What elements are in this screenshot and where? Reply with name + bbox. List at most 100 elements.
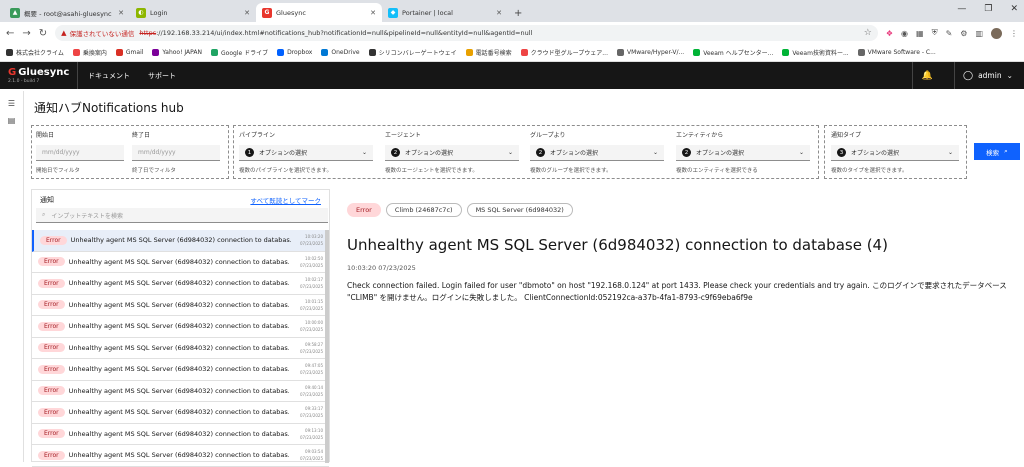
notifications-search-input[interactable]: ⌕ インプットテキストを検索 (36, 208, 328, 223)
extension-1-icon[interactable]: ❖ (886, 29, 893, 38)
document-icon[interactable]: ▤ (0, 116, 23, 125)
menu-kebab-icon[interactable]: ⋮ (1010, 29, 1018, 38)
bookmark-item[interactable]: Google ドライブ (211, 48, 268, 57)
notification-item[interactable]: Error Unhealthy agent MS SQL Server (6d9… (32, 402, 329, 424)
search-icon: ⌕ (1004, 147, 1008, 155)
bookmark-label: OneDrive (331, 49, 360, 56)
reload-icon[interactable]: ↻ (39, 28, 47, 39)
select-placeholder: オプションの選択 (851, 150, 900, 157)
profile-avatar[interactable] (991, 27, 1002, 39)
agent-select[interactable]: 2 オプションの選択 ⌄ (385, 145, 519, 161)
bookmark-item[interactable]: Veeam ヘルプセンター... (693, 48, 773, 57)
bookmarks-bar: 株式会社クライム 乗換案内 Gmail Yahoo! JAPAN Google … (0, 44, 1024, 62)
mark-all-read-link[interactable]: すべて既読としてマーク (250, 195, 321, 205)
sidebar-icon[interactable]: ▥ (975, 29, 983, 38)
forward-icon[interactable]: → (22, 28, 30, 39)
notification-text: Unhealthy agent MS SQL Server (6d984032)… (68, 365, 289, 374)
window-controls: — ❐ ✕ (957, 4, 1018, 14)
bookmark-item[interactable]: VMware/Hyper-V/... (616, 49, 684, 56)
extensions-puzzle-icon[interactable]: ⚙ (960, 29, 967, 38)
selected-count-badge: 1 (245, 148, 254, 157)
group-select[interactable]: 2 オプションの選択 ⌄ (530, 145, 664, 161)
notification-item[interactable]: Error Unhealthy agent MS SQL Server (6d9… (32, 445, 329, 467)
insecure-warning[interactable]: ▲ 保護されていない通信 (61, 28, 134, 38)
selected-count-badge: 3 (837, 148, 846, 157)
bookmark-item[interactable]: 乗換案内 (72, 48, 107, 57)
chevron-down-icon: ⌄ (507, 149, 513, 156)
minimize-icon[interactable]: — (957, 4, 966, 14)
close-tab-icon[interactable]: ✕ (244, 9, 250, 17)
notification-item[interactable]: Error Unhealthy agent MS SQL Server (6d9… (32, 424, 329, 445)
notification-item[interactable]: Error Unhealthy agent MS SQL Server (6d9… (32, 316, 329, 338)
menu-support[interactable]: サポート (148, 71, 176, 81)
entity-select[interactable]: 2 オプションの選択 ⌄ (676, 145, 810, 161)
notifications-header: 通知 (40, 196, 54, 204)
notification-date: 07/23/2025 (299, 370, 323, 375)
browser-tab-proxmox[interactable]: ▲ 概要 - root@asahi-gluesync ✕ (4, 3, 130, 22)
close-tab-icon[interactable]: ✕ (118, 9, 124, 17)
bookmark-favicon-icon (321, 49, 329, 56)
browser-tab-login[interactable]: ◐ Login ✕ (130, 3, 256, 22)
notification-item[interactable]: Error Unhealthy agent MS SQL Server (6d9… (32, 252, 329, 273)
bookmark-label: Gmail (125, 49, 144, 56)
notification-timestamp: 09:40:14 07/23/2025 (300, 384, 323, 398)
notification-item[interactable]: Error Unhealthy agent MS SQL Server (6d9… (32, 338, 329, 359)
pipeline-tag[interactable]: Climb (24687c7c) (385, 203, 462, 217)
gluesync-favicon-icon: G (262, 7, 272, 18)
notification-item[interactable]: Error Unhealthy agent MS SQL Server (6d9… (32, 295, 329, 316)
bookmark-item[interactable]: VMware Software - C... (857, 49, 936, 56)
bookmark-item[interactable]: Veeam技術資料ー... (782, 48, 849, 57)
notification-item[interactable]: Error Unhealthy agent MS SQL Server (6d9… (32, 230, 329, 252)
close-tab-icon[interactable]: ✕ (496, 9, 502, 17)
page-title: 通知ハブNotifications hub (34, 101, 184, 115)
back-icon[interactable]: ← (6, 28, 14, 39)
menu-list-icon[interactable]: ☰ (0, 99, 23, 108)
new-tab-icon[interactable]: + (514, 8, 522, 19)
bookmark-item[interactable]: クラウド型グループウェア... (520, 48, 608, 57)
start-date-input[interactable]: mm/dd/yyyy (36, 145, 124, 161)
notification-item[interactable]: Error Unhealthy agent MS SQL Server (6d9… (32, 381, 329, 402)
end-date-input[interactable]: mm/dd/yyyy (132, 145, 220, 161)
notification-text: Unhealthy agent MS SQL Server (6d984032)… (68, 386, 289, 395)
browser-tab-portainer[interactable]: ◆ Portainer | local ✕ (382, 3, 508, 22)
menu-docs[interactable]: ドキュメント (88, 71, 130, 81)
pipeline-select[interactable]: 1 オプションの選択 ⌄ (239, 145, 373, 161)
user-menu[interactable]: ◯ admin ⌄ (954, 62, 1024, 89)
logo: G Gluesync (8, 67, 77, 78)
close-window-icon[interactable]: ✕ (1010, 4, 1018, 14)
chevron-down-icon: ⌄ (1006, 71, 1013, 80)
notification-time: 09:33:17 (305, 406, 323, 411)
notification-item[interactable]: Error Unhealthy agent MS SQL Server (6d9… (32, 359, 329, 381)
bookmark-item[interactable]: 電話番号検索 (465, 48, 512, 57)
bookmark-star-icon[interactable]: ☆ (864, 28, 872, 38)
notification-date: 07/23/2025 (299, 434, 323, 440)
camera-icon[interactable]: ◉ (901, 29, 908, 38)
agent-tag[interactable]: MS SQL Server (6d984032) (466, 203, 573, 217)
keyboard-icon[interactable]: ▦ (916, 29, 924, 38)
error-tag: Error (347, 203, 381, 217)
search-button[interactable]: 検索 ⌕ (974, 143, 1020, 160)
note-icon[interactable]: ✎ (946, 29, 953, 38)
address-bar[interactable]: ▲ 保護されていない通信 https://192.168.33.214/ui/i… (55, 25, 878, 41)
bookmark-item[interactable]: OneDrive (321, 49, 360, 56)
maximize-icon[interactable]: ❐ (984, 4, 992, 14)
bookmark-item[interactable]: Yahoo! JAPAN (152, 49, 202, 56)
browser-tab-gluesync[interactable]: G Gluesync ✕ (256, 3, 382, 22)
notification-time: 09:40:14 (305, 384, 323, 390)
close-tab-icon[interactable]: ✕ (370, 9, 376, 17)
notification-timestamp: 10:02:17 07/23/2025 (300, 276, 323, 290)
notification-item[interactable]: Error Unhealthy agent MS SQL Server (6d9… (32, 273, 329, 295)
brand[interactable]: G Gluesync 2.1.0 - build 7 (0, 62, 78, 89)
bookmark-item[interactable]: Dropbox (277, 49, 312, 56)
notifications-bell-icon[interactable]: 🔔 (912, 62, 942, 89)
type-select[interactable]: 3 オプションの選択 ⌄ (831, 145, 959, 161)
user-name: admin (978, 71, 1002, 80)
bookmark-item[interactable]: Gmail (115, 49, 144, 56)
list-scrollbar[interactable] (325, 230, 329, 463)
bookmark-favicon-icon (616, 49, 624, 56)
bookmark-item[interactable]: シリコンバレーゲートウェイ (368, 48, 457, 57)
notification-time: 10:00:00 (305, 320, 323, 325)
bookmark-item[interactable]: 株式会社クライム (6, 48, 64, 57)
shield-icon[interactable]: ⛨ (932, 28, 938, 38)
notification-text: Unhealthy agent MS SQL Server (6d984032)… (68, 429, 289, 438)
